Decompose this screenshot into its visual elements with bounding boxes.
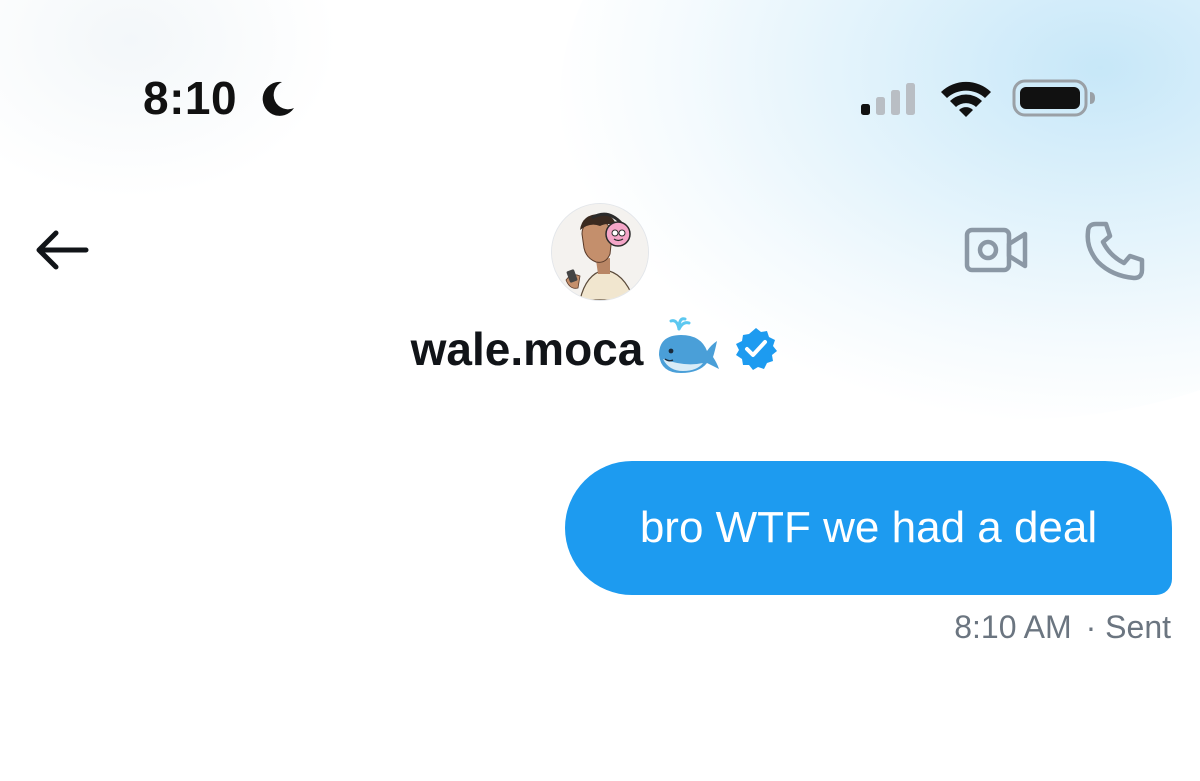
message-time: 8:10 AM — [954, 609, 1072, 645]
video-camera-icon — [964, 227, 1028, 273]
phone-icon — [1085, 221, 1145, 281]
contact-name: wale.moca — [410, 323, 644, 375]
status-time: 8:10 — [143, 72, 238, 124]
dm-conversation-screen: 8:10 wale.moca bro WTF we had a deal 8:1… — [0, 0, 1200, 781]
battery-icon — [1012, 79, 1095, 117]
wifi-icon — [941, 81, 991, 117]
cellular-signal-icon — [861, 83, 915, 115]
message-text: bro WTF we had a deal — [639, 503, 1098, 552]
verified-badge-icon[interactable] — [733, 326, 779, 372]
avatar[interactable] — [552, 204, 648, 300]
voice-call-button[interactable] — [1082, 218, 1148, 284]
video-call-button[interactable] — [962, 222, 1030, 278]
message-bubble-outgoing[interactable]: bro WTF we had a deal — [565, 461, 1172, 595]
moon-icon — [262, 81, 294, 116]
spouting-whale-icon — [659, 317, 720, 373]
back-button[interactable] — [28, 220, 94, 280]
avatar-illustration — [552, 204, 648, 300]
message-meta: 8:10 AM · Sent — [954, 609, 1171, 646]
arrow-left-icon — [36, 230, 89, 270]
message-status: · Sent — [1085, 609, 1171, 645]
contact-name-row[interactable]: wale.moca — [0, 314, 1200, 384]
